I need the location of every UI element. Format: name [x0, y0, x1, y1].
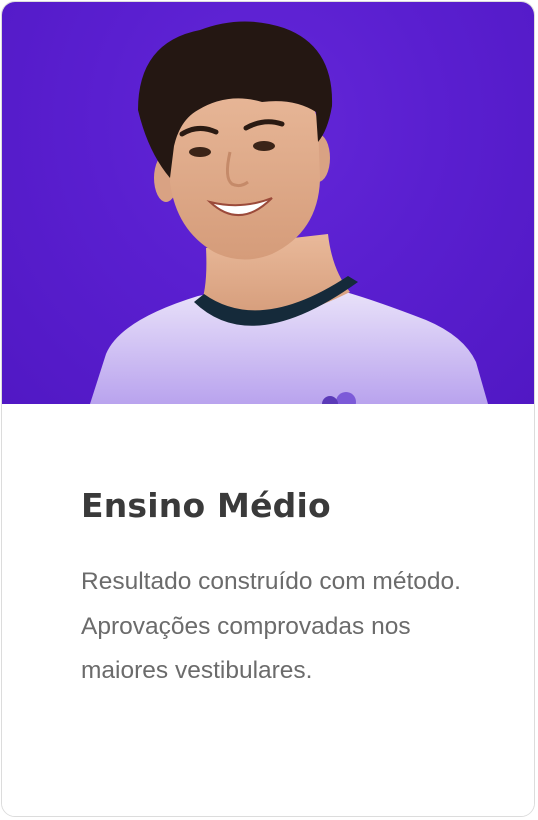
- student-illustration: [90, 21, 488, 404]
- card-title: Ensino Médio: [81, 486, 331, 525]
- course-card[interactable]: Ensino Médio Resultado construído com mé…: [1, 1, 535, 817]
- student-photo: [2, 2, 534, 404]
- card-description: Resultado construído com método. Aprovaç…: [81, 568, 461, 684]
- card-body: Ensino Médio Resultado construído com mé…: [2, 404, 534, 816]
